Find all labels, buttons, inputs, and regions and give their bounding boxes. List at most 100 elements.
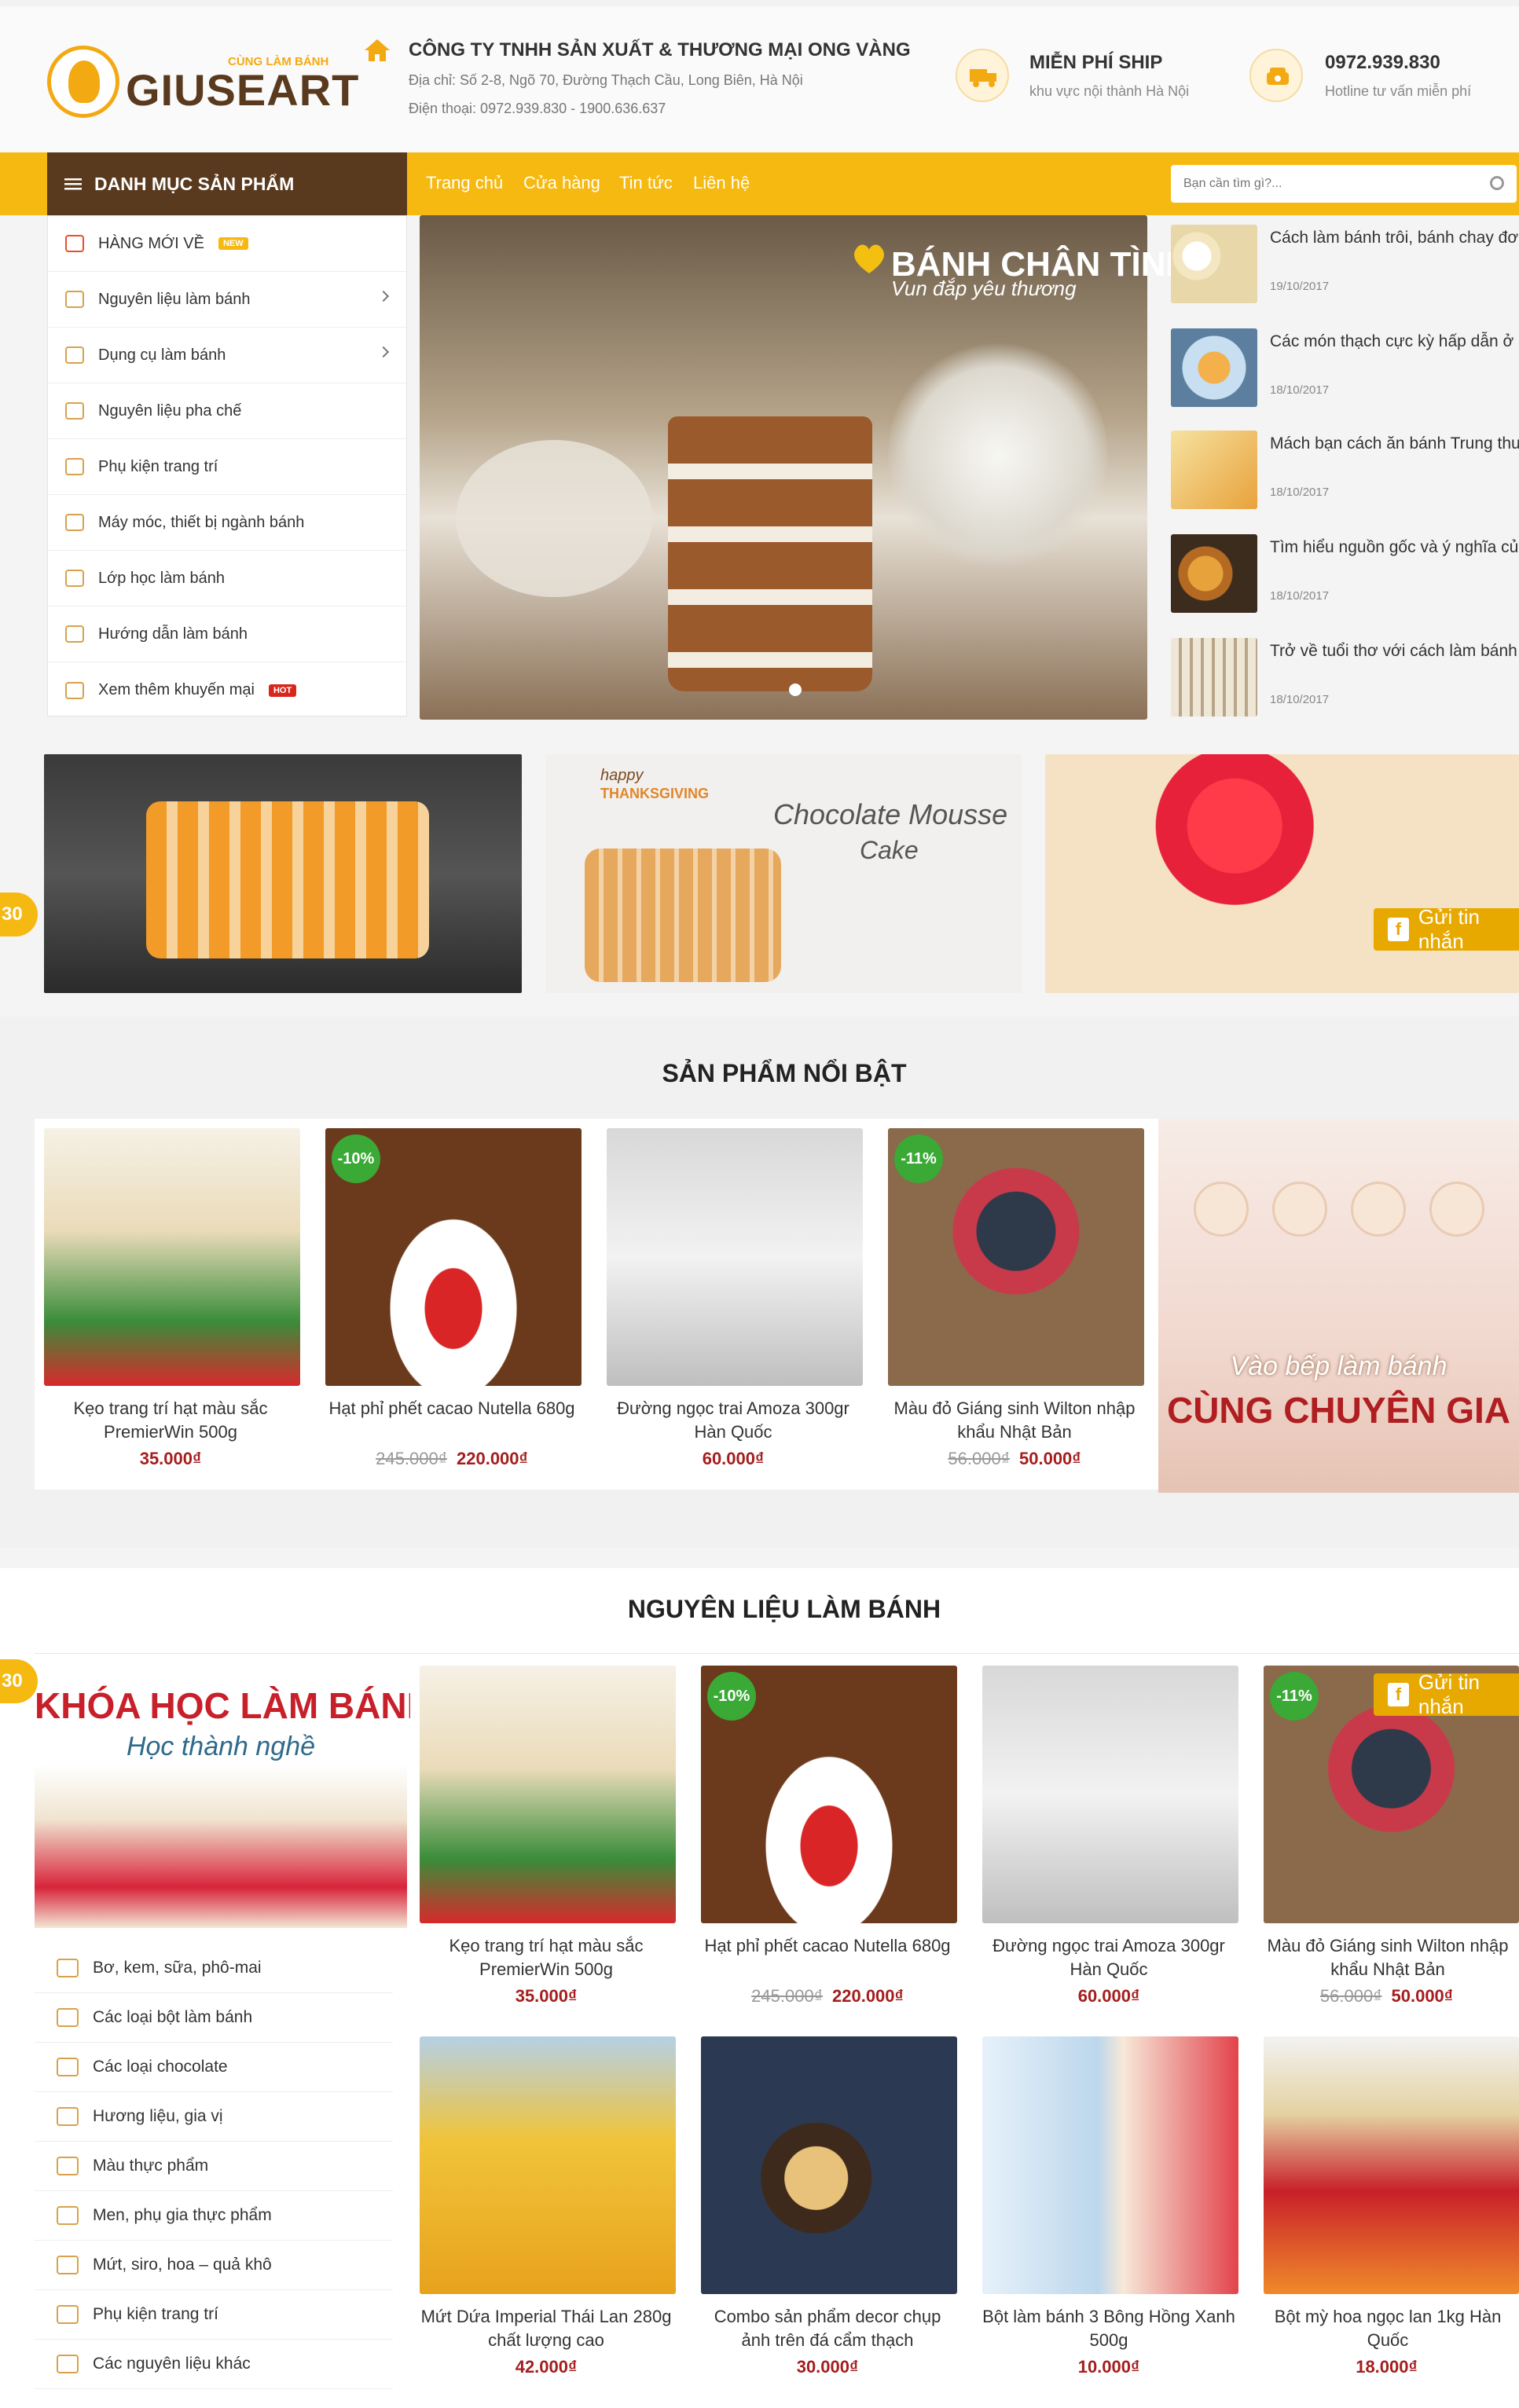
product-name[interactable]: Đường ngọc trai Amoza 300gr Hàn Quốc <box>981 1934 1237 1981</box>
nav-contact[interactable]: Liên hệ <box>693 173 750 193</box>
logo-name[interactable]: GIUSEART <box>126 64 359 115</box>
news-item[interactable]: Mách bạn cách ăn bánh Trung thu mà vẫn g… <box>1171 424 1519 522</box>
ingredient-category[interactable]: Các nguyên liệu khác <box>35 2340 393 2389</box>
ingredient-category-label: Các nguyên liệu khác <box>93 2355 251 2373</box>
product-name[interactable]: Bột mỳ hoa ngọc lan 1kg Hàn Quốc <box>1262 2305 1513 2352</box>
product-card[interactable]: -11% Màu đỏ Giáng sinh Wilton nhập khẩu … <box>879 1119 1150 1490</box>
company-name: CÔNG TY TNHH SẢN XUẤT & THƯƠNG MẠI ONG V… <box>409 39 911 60</box>
nav-home[interactable]: Trang chủ <box>426 173 503 193</box>
product-name[interactable]: Hạt phỉ phết cacao Nutella 680g <box>324 1397 580 1420</box>
facebook-icon: f <box>1388 918 1409 941</box>
ingredient-category[interactable]: Men, phụ gia thực phẩm <box>35 2191 393 2241</box>
category-item-guides[interactable]: Hướng dẫn làm bánh <box>48 607 406 662</box>
free-ship-title: MIỄN PHÍ SHIP <box>1029 52 1163 73</box>
category-item-beverage[interactable]: Nguyên liệu pha chế <box>48 383 406 439</box>
hamburger-icon <box>64 178 82 190</box>
product-image[interactable] <box>420 2036 676 2294</box>
product-card[interactable]: Bột làm bánh 3 Bông Hồng Xanh 500g 10.00… <box>973 2027 1245 2398</box>
mousse-cake-image <box>585 848 781 982</box>
category-item-decor[interactable]: Phụ kiện trang trí <box>48 439 406 495</box>
slider-dot[interactable] <box>789 684 802 696</box>
product-name[interactable]: Đường ngọc trai Amoza 300gr Hàn Quốc <box>605 1397 861 1444</box>
course-banner[interactable]: KHÓA HỌC LÀM BÁNH Học thành nghề <box>35 1656 433 1928</box>
side-phone-tab[interactable]: 30 <box>0 892 38 936</box>
product-name[interactable]: Kẹo trang trí hạt màu sắc PremierWin 500… <box>42 1397 299 1444</box>
product-name[interactable]: Màu đỏ Giáng sinh Wilton nhập khẩu Nhật … <box>886 1397 1143 1444</box>
product-card[interactable]: Đường ngọc trai Amoza 300gr Hàn Quốc 60.… <box>973 1656 1245 2027</box>
product-card[interactable]: Combo sản phẩm decor chụp ảnh trên đá cẩ… <box>692 2027 963 2398</box>
product-name[interactable]: Màu đỏ Giáng sinh Wilton nhập khẩu Nhật … <box>1262 1934 1513 1981</box>
product-image[interactable] <box>607 1128 863 1386</box>
news-title[interactable]: Các món thạch cực kỳ hấp dẫn ở Hà Nội tr… <box>1270 330 1519 354</box>
product-image[interactable] <box>1264 2036 1519 2294</box>
price-current: 35.000₫ <box>515 1986 578 2006</box>
news-item[interactable]: Tìm hiểu nguồn gốc và ý nghĩa của bánh T… <box>1171 528 1519 625</box>
course-banner-subtitle: Học thành nghề <box>126 1732 316 1761</box>
news-item[interactable]: Các món thạch cực kỳ hấp dẫn ở Hà Nội tr… <box>1171 322 1519 420</box>
banner-mousse-cake[interactable]: happy THANKSGIVING Chocolate Mousse Cake <box>545 754 1022 993</box>
banner-fruit-cake[interactable] <box>44 754 522 993</box>
ingredient-category-label: Màu thực phẩm <box>93 2157 209 2175</box>
product-card[interactable]: Kẹo trang trí hạt màu sắc PremierWin 500… <box>35 1119 306 1490</box>
product-card[interactable]: Đường ngọc trai Amoza 300gr Hàn Quốc 60.… <box>597 1119 869 1490</box>
product-image[interactable] <box>44 1128 300 1386</box>
banner-raspberry-cake[interactable] <box>1045 754 1519 993</box>
product-name[interactable]: Combo sản phẩm decor chụp ảnh trên đá cẩ… <box>699 2305 956 2352</box>
hotline-number[interactable]: 0972.939.830 <box>1325 52 1440 74</box>
phone-icon[interactable] <box>1249 49 1303 102</box>
category-menu-toggle[interactable]: DANH MỤC SẢN PHẨM <box>47 152 407 215</box>
new-badge: NEW <box>218 237 248 250</box>
product-card[interactable]: Kẹo trang trí hạt màu sắc PremierWin 500… <box>410 1656 682 2027</box>
messenger-button[interactable]: f Gửi tin nhắn <box>1374 905 1519 953</box>
news-item[interactable]: Trở về tuổi thơ với cách làm bánh đuông … <box>1171 632 1519 729</box>
search-input[interactable] <box>1171 165 1469 203</box>
cookie-letters <box>1182 1182 1496 1252</box>
nav-news[interactable]: Tin tức <box>619 173 673 193</box>
ingredient-category[interactable]: Các loại chocolate <box>35 2043 393 2092</box>
product-image[interactable] <box>701 2036 957 2294</box>
price-old: 245.000₫ <box>376 1449 447 1468</box>
chevron-right-icon <box>377 290 390 302</box>
category-item-tools[interactable]: Dụng cụ làm bánh <box>48 328 406 383</box>
ingredient-category[interactable]: Bơ, kem, sữa, phô-mai <box>35 1944 393 1993</box>
product-card[interactable]: -10% Hạt phỉ phết cacao Nutella 680g 245… <box>316 1119 588 1490</box>
category-item-classes[interactable]: Lớp học làm bánh <box>48 551 406 607</box>
product-card[interactable]: Bột mỳ hoa ngọc lan 1kg Hàn Quốc 18.000₫ <box>1254 2027 1519 2398</box>
news-item[interactable]: Cách làm bánh trôi, bánh chay đơn giản n… <box>1171 218 1519 316</box>
ingredient-category[interactable]: Phụ kiện trang trí <box>35 2290 393 2340</box>
ingredient-category[interactable]: Các loại bột làm bánh <box>35 1993 393 2043</box>
product-image[interactable] <box>982 1666 1238 1923</box>
promo-line-1: Vào bếp làm bánh <box>1230 1351 1447 1381</box>
category-item-ingredients[interactable]: Nguyên liệu làm bánh <box>48 272 406 328</box>
news-title[interactable]: Cách làm bánh trôi, bánh chay đơn giản n… <box>1270 226 1519 250</box>
product-card[interactable]: Mứt Dứa Imperial Thái Lan 280g chất lượn… <box>410 2027 682 2398</box>
product-name[interactable]: Bột làm bánh 3 Bông Hồng Xanh 500g <box>981 2305 1237 2352</box>
product-name[interactable]: Mứt Dứa Imperial Thái Lan 280g chất lượn… <box>418 2305 674 2352</box>
ingredient-icon <box>65 291 84 308</box>
product-card[interactable]: -10% Hạt phỉ phết cacao Nutella 680g 245… <box>692 1656 963 2027</box>
product-name[interactable]: Hạt phỉ phết cacao Nutella 680g <box>699 1934 956 1958</box>
promo-banner-expert[interactable]: Vào bếp làm bánh CÙNG CHUYÊN GIA <box>1158 1119 1519 1493</box>
ingredient-category[interactable]: Mứt, siro, hoa – quả khô <box>35 2241 393 2290</box>
category-item-new[interactable]: HÀNG MỚI VỀ NEW <box>48 216 406 272</box>
ingredient-category[interactable]: Màu thực phẩm <box>35 2142 393 2191</box>
product-image[interactable] <box>420 1666 676 1923</box>
category-label: Nguyên liệu làm bánh <box>98 290 251 308</box>
news-date: 18/10/2017 <box>1270 693 1330 706</box>
ingredient-category[interactable]: Hương liệu, gia vị <box>35 2092 393 2142</box>
ingredients-title: NGUYÊN LIỆU LÀM BÁNH <box>627 1595 941 1623</box>
news-title[interactable]: Tìm hiểu nguồn gốc và ý nghĩa của bánh T… <box>1270 536 1519 559</box>
discount-badge: -11% <box>1270 1672 1319 1721</box>
top-strip <box>0 0 1519 6</box>
nav-shop[interactable]: Cửa hàng <box>523 173 600 193</box>
category-item-machines[interactable]: Máy móc, thiết bị ngành bánh <box>48 495 406 551</box>
logo-icon[interactable] <box>47 46 119 118</box>
product-price: 245.000₫ 220.000₫ <box>316 1449 588 1469</box>
category-item-promotions[interactable]: Xem thêm khuyến mại HOT <box>48 662 406 718</box>
messenger-button[interactable]: f Gửi tin nhắn <box>1374 1670 1519 1718</box>
search-icon[interactable] <box>1490 176 1504 190</box>
news-title[interactable]: Mách bạn cách ăn bánh Trung thu mà vẫn g… <box>1270 432 1519 456</box>
news-title[interactable]: Trở về tuổi thơ với cách làm bánh đuông … <box>1270 640 1519 663</box>
product-image[interactable] <box>982 2036 1238 2294</box>
product-name[interactable]: Kẹo trang trí hạt màu sắc PremierWin 500… <box>418 1934 674 1981</box>
